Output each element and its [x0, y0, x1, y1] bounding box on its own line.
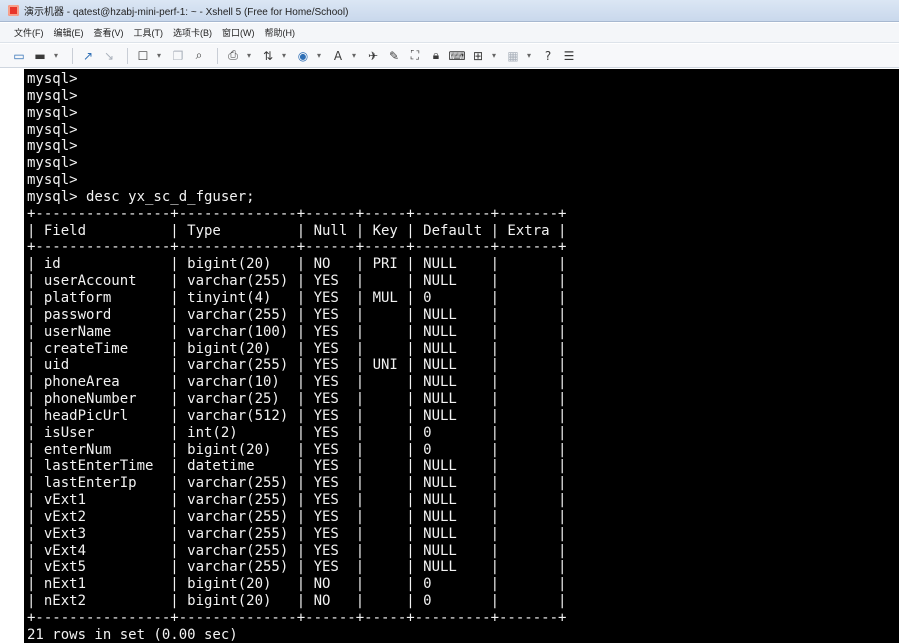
toolbar-separator	[217, 47, 218, 64]
find-icon[interactable]: ⌕	[190, 48, 208, 64]
transfer-icon[interactable]: ⇅	[259, 48, 277, 64]
keyboard-icon[interactable]: ⌨	[448, 48, 466, 64]
terminal-line: | vExt1 | varchar(255) | YES | | NULL | …	[27, 492, 567, 509]
xshell-app-icon	[8, 5, 19, 16]
terminal-line: mysql>	[27, 121, 78, 138]
terminal-line: mysql>	[27, 71, 78, 87]
terminal-line: | isUser | int(2) | YES | | 0 | |	[27, 424, 567, 441]
session-properties-icon[interactable]: ☐	[134, 48, 152, 64]
fullscreen-icon[interactable]: ⛶	[406, 48, 424, 64]
disconnect-icon[interactable]: ↘	[100, 48, 118, 64]
dropdown-icon[interactable]: ▾	[315, 48, 323, 64]
globe-icon[interactable]: ◉	[294, 48, 312, 64]
menu-edit[interactable]: 编辑(E)	[54, 26, 84, 39]
layout-icon[interactable]: ▦	[504, 48, 522, 64]
terminal-line: | vExt2 | varchar(255) | YES | | NULL | …	[27, 508, 567, 525]
toolbar-separator	[127, 47, 128, 64]
dropdown-icon[interactable]: ▾	[525, 48, 533, 64]
dropdown-icon[interactable]: ▾	[350, 48, 358, 64]
menu-bar: 文件(F) 编辑(E) 查看(V) 工具(T) 选项卡(B) 窗口(W) 帮助(…	[0, 23, 899, 43]
terminal-line: | headPicUrl | varchar(512) | YES | | NU…	[27, 407, 567, 424]
terminal-line: | createTime | bigint(20) | YES | | NULL…	[27, 340, 567, 357]
terminal-line: | nExt2 | bigint(20) | NO | | 0 | |	[27, 593, 567, 610]
terminal-line: | phoneNumber | varchar(25) | YES | | NU…	[27, 391, 567, 408]
chat-icon[interactable]: ☰	[560, 48, 578, 64]
toolbar-separator	[72, 47, 73, 64]
terminal-line: | nExt1 | bigint(20) | NO | | 0 | |	[27, 576, 567, 593]
window-titlebar[interactable]: 演示机器 - qatest@hzabj-mini-perf-1: ~ - Xsh…	[0, 0, 899, 22]
dropdown-icon[interactable]: ▾	[280, 48, 288, 64]
lock-icon[interactable]: 🔒︎	[427, 48, 445, 64]
menu-file[interactable]: 文件(F)	[14, 26, 44, 39]
menu-view[interactable]: 查看(V)	[94, 26, 124, 39]
print-icon[interactable]: ⎙	[224, 48, 242, 64]
record-icon[interactable]: ✎	[385, 48, 403, 64]
terminal-line: +----------------+--------------+------+…	[27, 205, 567, 222]
menu-tabs[interactable]: 选项卡(B)	[173, 26, 212, 39]
terminal-line: mysql>	[27, 172, 78, 189]
terminal-line: mysql>	[27, 155, 78, 172]
dropdown-icon[interactable]: ▾	[155, 48, 163, 64]
terminal-line: | userName | varchar(100) | YES | | NULL…	[27, 323, 567, 340]
menu-window[interactable]: 窗口(W)	[222, 26, 255, 39]
terminal-line: | userAccount | varchar(255) | YES | | N…	[27, 273, 567, 290]
terminal-line: | uid | varchar(255) | YES | UNI | NULL …	[27, 357, 567, 374]
add-tab-icon[interactable]: ⊞	[469, 48, 487, 64]
terminal-line: +----------------+--------------+------+…	[27, 610, 567, 626]
new-session-icon[interactable]: ▭	[10, 48, 28, 64]
terminal-line: | platform | tinyint(4) | YES | MUL | 0 …	[27, 289, 567, 306]
terminal-line: | vExt3 | varchar(255) | YES | | NULL | …	[27, 525, 567, 542]
help-icon[interactable]: ?	[539, 48, 557, 64]
terminal-line: | id | bigint(20) | NO | PRI | NULL | |	[27, 256, 567, 273]
terminal-line: | Field | Type | Null | Key | Default | …	[27, 222, 567, 239]
terminal-line: | vExt4 | varchar(255) | YES | | NULL | …	[27, 542, 567, 559]
terminal-line: mysql>	[27, 104, 78, 121]
dropdown-icon[interactable]: ▾	[490, 48, 498, 64]
terminal-line: +----------------+--------------+------+…	[27, 239, 567, 256]
toolbar: ▭ ▬ ▾ ↗ ↘ ☐ ▾ ❐ ⌕ ⎙ ▾ ⇅ ▾ ◉ ▾ A ▾ ✈ ✎ ⛶ …	[0, 44, 899, 68]
terminal-line: mysql>	[27, 87, 78, 104]
terminal-line: 21 rows in set (0.00 sec)	[27, 626, 238, 643]
dropdown-icon[interactable]: ▾	[245, 48, 253, 64]
copy-icon[interactable]: ❐	[169, 48, 187, 64]
terminal-line: mysql> desc yx_sc_d_fguser;	[27, 188, 255, 205]
terminal-line: | password | varchar(255) | YES | | NULL…	[27, 306, 567, 323]
connect-icon[interactable]: ↗	[79, 48, 97, 64]
font-icon[interactable]: A	[329, 48, 347, 64]
terminal-output[interactable]: mysql> mysql> mysql> mysql> mysql> mysql> mysq…	[24, 69, 899, 643]
window-title: 演示机器 - qatest@hzabj-mini-perf-1: ~ - Xsh…	[24, 7, 349, 18]
terminal-line: | lastEnterIp | varchar(255) | YES | | N…	[27, 475, 567, 492]
terminal-line: | vExt5 | varchar(255) | YES | | NULL | …	[27, 559, 567, 576]
terminal-line: | enterNum | bigint(20) | YES | | 0 | |	[27, 441, 567, 458]
terminal-line: mysql>	[27, 138, 78, 155]
menu-tools[interactable]: 工具(T)	[134, 26, 164, 39]
xftp-icon[interactable]: ✈	[364, 48, 382, 64]
terminal-line: | phoneArea | varchar(10) | YES | | NULL…	[27, 374, 567, 391]
menu-help[interactable]: 帮助(H)	[265, 26, 296, 39]
open-folder-icon[interactable]: ▬	[31, 48, 49, 64]
dropdown-icon[interactable]: ▾	[52, 48, 60, 64]
terminal-line: | lastEnterTime | datetime | YES | | NUL…	[27, 458, 567, 475]
